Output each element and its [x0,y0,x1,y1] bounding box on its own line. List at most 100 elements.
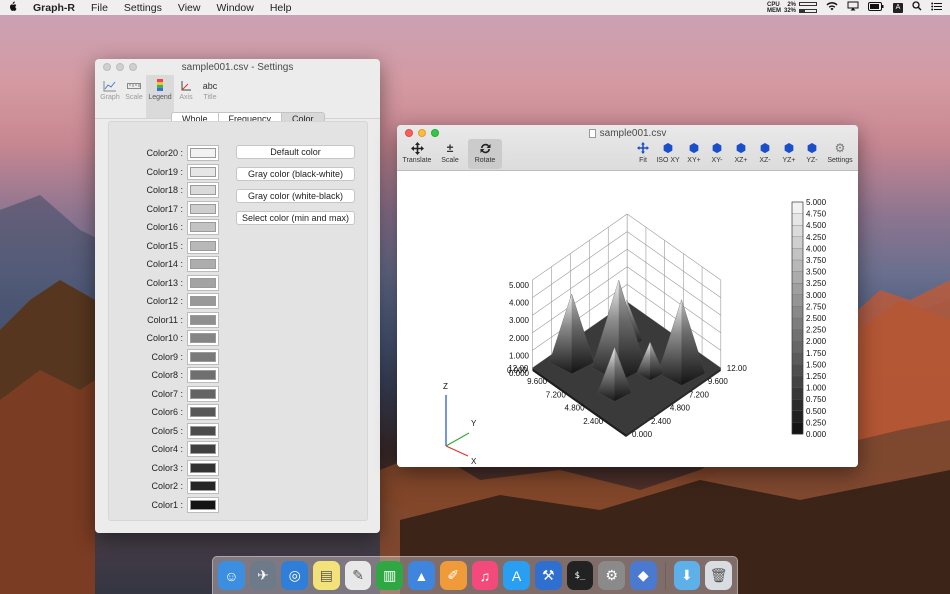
toolbar-scale-label: Scale [125,94,143,101]
view-xz-plus-label: XZ+ [734,157,748,164]
color-swatch[interactable] [187,441,219,457]
toolbar-scale[interactable]: Scale [122,75,146,118]
color-swatch[interactable] [187,256,219,272]
color-row-label: Color6 : [151,407,183,417]
menu-app-name[interactable]: Graph-R [25,2,83,14]
view-xy-plus-tool[interactable]: ⬢ XY+ [685,139,703,169]
airplay-icon[interactable] [847,1,859,14]
finder-icon[interactable]: ☺ [218,561,245,590]
color-swatch[interactable] [187,330,219,346]
color-swatch[interactable] [187,145,219,161]
colorbar-step [791,259,804,273]
wifi-icon[interactable] [826,1,838,14]
colorbar-step [791,387,804,400]
view-yz-plus-tool[interactable]: ⬢ YZ+ [780,139,798,169]
settings-window-title: sample001.csv - Settings [181,61,294,73]
axis-tick-label: 0.000 [507,366,528,375]
menu-file[interactable]: File [83,2,116,14]
menu-view[interactable]: View [170,2,209,14]
color-swatch[interactable] [187,293,219,309]
view-xz-minus-tool[interactable]: ⬢ XZ- [756,139,774,169]
view-xy-minus-tool[interactable]: ⬢ XY- [708,139,726,169]
notes-icon[interactable]: ▤ [313,561,340,590]
iso-xy-tool[interactable]: ⬢ ISO XY [655,139,681,169]
colorbar-label: 2.500 [806,314,827,323]
color-row-label: Color3 : [151,462,183,473]
system-preferences-icon[interactable]: ⚙ [598,561,625,590]
color-swatch[interactable] [187,163,219,180]
app-store-icon[interactable]: A [503,561,530,590]
toolbar-graph[interactable]: Graph [98,75,122,118]
colorbar-label: 3.500 [806,268,827,277]
colorbar-step [791,201,804,215]
axis-tick-label: 7.200 [546,390,567,399]
terminal-icon[interactable]: $_ [566,561,594,590]
notification-center-icon[interactable] [931,2,942,14]
colorbar-label: 4.250 [806,233,827,242]
minimize-button[interactable] [418,129,426,137]
select-color-min-max-button[interactable]: Select color (min and max) [236,211,355,225]
color-swatch[interactable] [187,200,219,217]
textedit-icon[interactable]: ✎ [344,561,372,590]
view-yz-minus-tool[interactable]: ⬢ YZ- [803,139,821,169]
color-swatch[interactable] [187,348,219,365]
view-xz-plus-tool[interactable]: ⬢ XZ+ [732,139,750,169]
safari-icon[interactable]: ◎ [281,561,309,590]
downloads-folder-icon[interactable]: ⬇ [673,561,701,590]
numbers-icon[interactable]: ▥ [376,561,404,590]
color-row-label: Color1 : [151,499,183,510]
xcode-icon[interactable]: ⚒ [534,561,562,590]
color-swatch[interactable] [187,182,219,198]
pages-icon[interactable]: ✐ [439,561,467,590]
default-color-button[interactable]: Default color [236,145,355,159]
mem-percent: 32% [783,7,796,14]
gray-black-white-button[interactable]: Gray color (black-white) [236,167,355,181]
launchpad-icon[interactable]: ✈ [249,561,277,590]
plot-settings-tool[interactable]: ⚙ Settings [825,139,855,169]
colorbar-label: 3.250 [806,279,827,288]
scale-tool[interactable]: ± Scale [437,139,463,169]
color-swatch[interactable] [187,274,219,291]
cpu-mem-monitor[interactable]: CPU MEM 2% 32% [767,1,817,15]
colorbar-label: 5.000 [806,198,827,207]
gizmo-x-label: X [471,457,477,466]
settings-titlebar[interactable]: sample001.csv - Settings [95,59,380,75]
menu-settings[interactable]: Settings [116,2,170,14]
itunes-icon[interactable]: ♫ [471,561,499,590]
trash-icon[interactable]: 🗑 [705,561,732,590]
colorbar-step [791,329,804,342]
zoom-button[interactable] [129,63,137,71]
surface-plot[interactable]: 0.000 1.000 2.000 3.000 4.000 5.000 2.400 4.800… [397,171,858,467]
color-swatch[interactable] [187,237,219,254]
color-row-label: Color18 : [146,185,183,195]
color-swatch[interactable] [187,385,219,402]
close-button[interactable] [103,63,111,71]
minimize-button[interactable] [116,63,124,71]
close-button[interactable] [405,129,413,137]
color-swatch[interactable] [187,496,219,513]
menu-window[interactable]: Window [208,2,261,14]
color-swatch[interactable] [187,459,219,476]
color-swatch[interactable] [187,478,219,494]
graph-r-icon[interactable]: ◆ [629,561,657,590]
color-swatch[interactable] [187,219,219,235]
rotate-tool[interactable]: Rotate [468,139,502,169]
zoom-button[interactable] [431,129,439,137]
plot-canvas[interactable]: 0.000 1.000 2.000 3.000 4.000 5.000 2.400 4.800… [397,171,858,467]
translate-tool[interactable]: Translate [401,139,433,169]
colorbar-step [791,213,804,226]
keynote-icon[interactable]: ▲ [408,561,435,590]
battery-icon[interactable] [868,1,884,14]
spotlight-search-icon[interactable] [912,1,922,14]
toolbar-legend[interactable]: Legend [146,75,174,118]
gray-white-black-button[interactable]: Gray color (white-black) [236,189,355,203]
color-swatch[interactable] [187,422,219,439]
color-swatch[interactable] [187,404,219,420]
color-swatch[interactable] [187,367,219,383]
input-source-icon[interactable]: A [893,2,903,13]
color-swatch[interactable] [187,311,219,328]
fit-tool[interactable]: Fit [635,139,651,169]
apple-icon[interactable] [0,1,25,15]
menu-help[interactable]: Help [262,2,300,14]
rotate-icon [479,139,492,157]
